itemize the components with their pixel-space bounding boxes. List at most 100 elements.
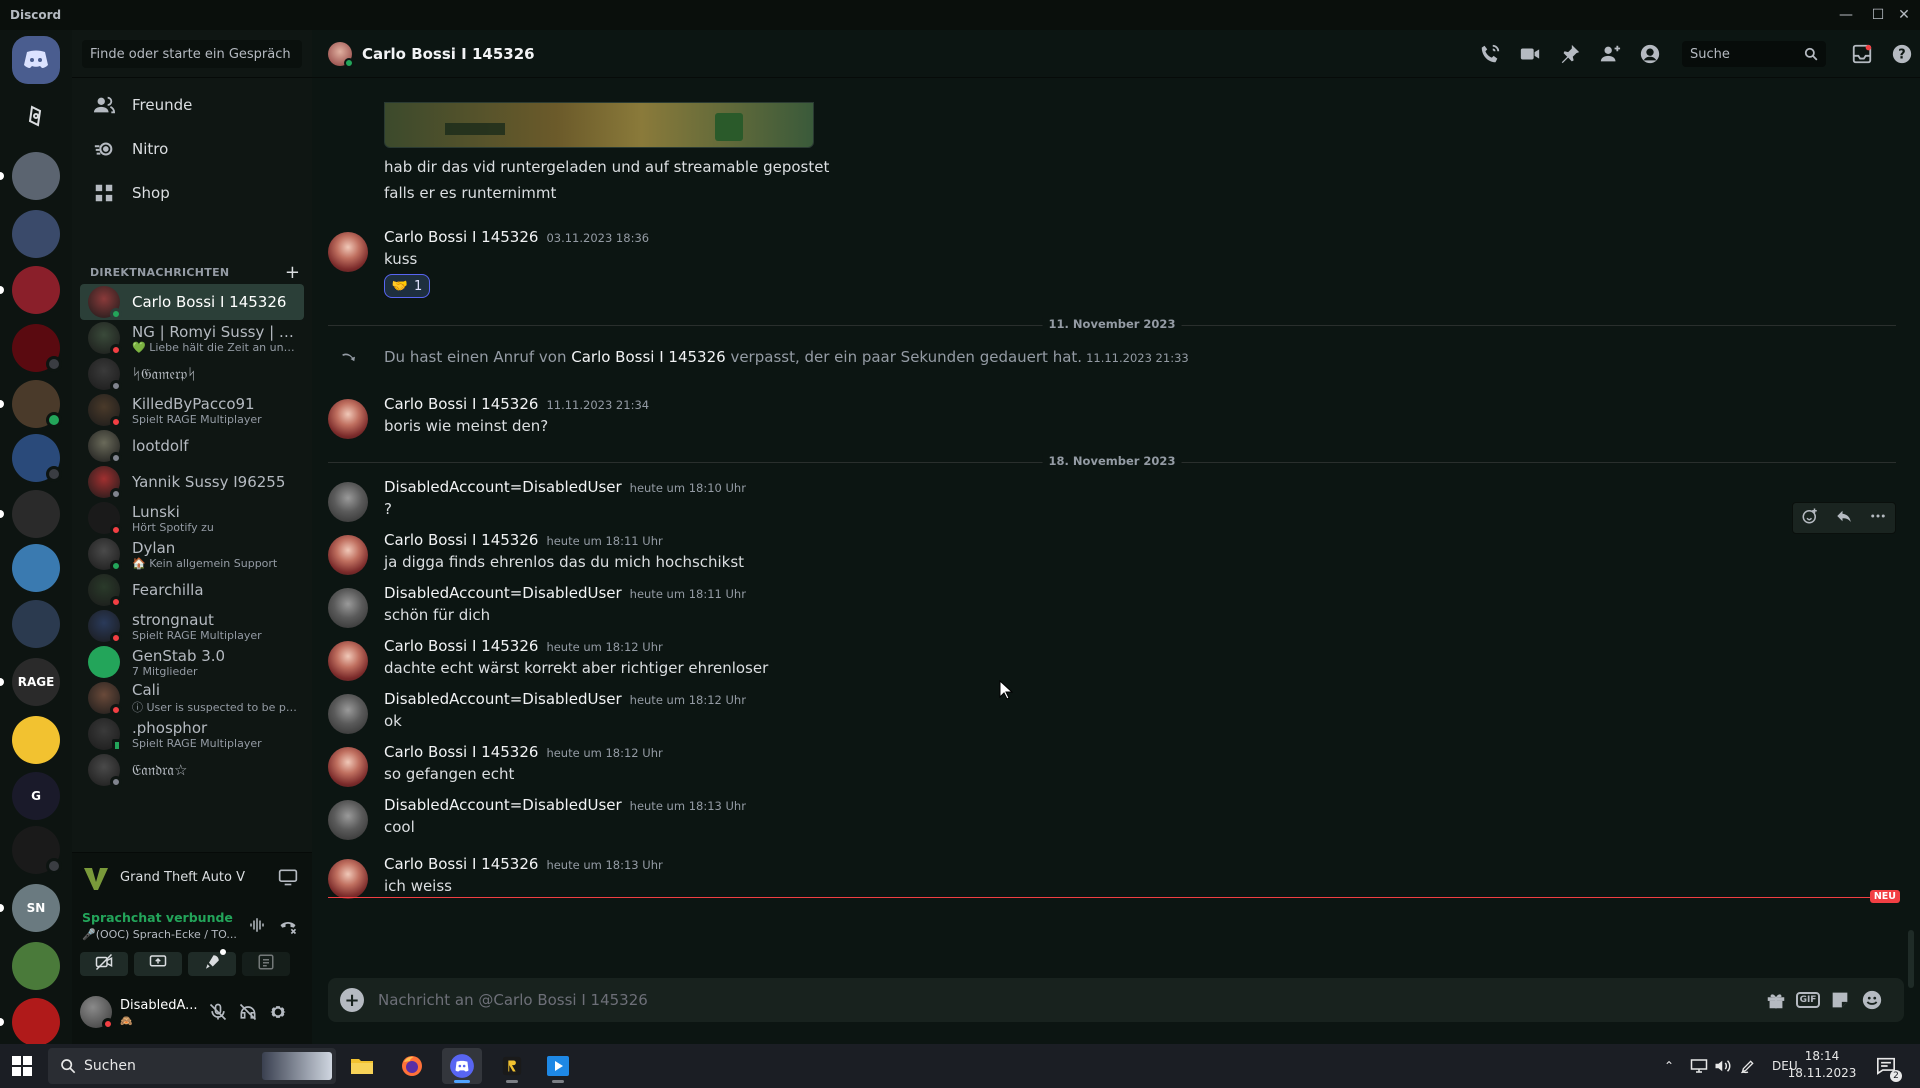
server-frog-icon[interactable]: [12, 942, 60, 990]
voice-channel[interactable]: 🎤(OOC) Sprach-Ecke / TO...: [82, 928, 252, 941]
activities-button[interactable]: [188, 949, 236, 976]
deafen-icon[interactable]: [238, 1002, 258, 1026]
message-avatar[interactable]: [328, 859, 368, 899]
dm-item[interactable]: Lunski Hört Spotify zu: [80, 500, 304, 536]
add-reaction-icon[interactable]: [1801, 507, 1819, 529]
dm-item[interactable]: lootdolf: [80, 428, 304, 464]
more-options-icon[interactable]: [1869, 507, 1887, 529]
mute-icon[interactable]: [208, 1002, 228, 1026]
message-avatar[interactable]: [328, 694, 368, 734]
dm-item[interactable]: Carlo Bossi I 145326: [80, 284, 304, 320]
taskbar-search[interactable]: Suchen: [48, 1048, 336, 1084]
reaction-pill[interactable]: 🤝 1: [384, 274, 430, 298]
sticker-icon[interactable]: [1828, 988, 1852, 1012]
user-profile-icon[interactable]: [1638, 42, 1662, 66]
start-button[interactable]: [8, 1052, 36, 1080]
message-avatar[interactable]: [328, 399, 368, 439]
server-moon-icon[interactable]: [12, 152, 60, 200]
emoji-icon[interactable]: [1860, 988, 1884, 1012]
message-avatar[interactable]: [328, 535, 368, 575]
pinned-messages-icon[interactable]: [1558, 42, 1582, 66]
taskbar-video-app[interactable]: [538, 1048, 578, 1084]
message-avatar[interactable]: [328, 588, 368, 628]
voice-call-icon[interactable]: [1478, 42, 1502, 66]
nav-shop[interactable]: Shop: [80, 172, 304, 214]
dm-search-input[interactable]: [82, 40, 302, 68]
reply-icon[interactable]: [1835, 507, 1853, 529]
chat-title[interactable]: Carlo Bossi I 145326: [362, 45, 535, 63]
upload-plus-button[interactable]: +: [340, 988, 364, 1012]
message-avatar[interactable]: [328, 800, 368, 840]
message-author[interactable]: Carlo Bossi I 145326 heute um 18:12 Uhr: [384, 637, 663, 655]
dm-item[interactable]: KilledByPacco91 Spielt RAGE Multiplayer: [80, 392, 304, 428]
taskbar-rage-mp[interactable]: [492, 1048, 532, 1084]
message-avatar[interactable]: [328, 482, 368, 522]
shortcut-icon[interactable]: [12, 92, 60, 140]
screen-share-button[interactable]: [134, 952, 182, 976]
message-author[interactable]: Carlo Bossi I 145326 heute um 18:11 Uhr: [384, 531, 663, 549]
discord-home-icon[interactable]: [12, 36, 60, 84]
taskbar-explorer[interactable]: [342, 1048, 382, 1084]
dm-item[interactable]: NG | Romyi Sussy | 46... 💚 Liebe hält die…: [80, 320, 304, 356]
message-avatar[interactable]: [328, 641, 368, 681]
video-embed-thumbnail[interactable]: [384, 102, 814, 148]
server-sea-icon[interactable]: [12, 544, 60, 592]
dm-item[interactable]: 𝔈𝔞𝔫𝔡𝔯𝔞☆: [80, 752, 304, 788]
server-emblem-icon[interactable]: [12, 490, 60, 538]
message-author[interactable]: DisabledAccount=DisabledUser heute um 18:…: [384, 584, 746, 602]
message-author[interactable]: DisabledAccount=DisabledUser heute um 18:…: [384, 690, 746, 708]
pen-icon[interactable]: [1740, 1044, 1756, 1088]
voice-status[interactable]: Sprachchat verbunde: [82, 910, 233, 925]
server-red-icon[interactable]: [12, 266, 60, 314]
network-icon[interactable]: [1690, 1044, 1708, 1088]
dm-item[interactable]: Cali ⓘ User is suspected to be par...: [80, 680, 304, 716]
gift-icon[interactable]: [1764, 988, 1788, 1012]
message-author[interactable]: Carlo Bossi I 145326 heute um 18:13 Uhr: [384, 855, 663, 873]
disconnect-icon[interactable]: [278, 916, 298, 940]
message-author[interactable]: DisabledAccount=DisabledUser heute um 18:…: [384, 796, 746, 814]
server-rage-icon[interactable]: RAGE: [12, 658, 60, 706]
message-avatar[interactable]: [328, 232, 368, 272]
dm-item[interactable]: .phosphor Spielt RAGE Multiplayer: [80, 716, 304, 752]
video-call-icon[interactable]: [1518, 42, 1542, 66]
server-bee-icon[interactable]: [12, 716, 60, 764]
inbox-icon[interactable]: [1850, 42, 1874, 66]
server-g-icon[interactable]: G: [12, 772, 60, 820]
dm-item[interactable]: Yannik Sussy I96255: [80, 464, 304, 500]
scrollbar-thumb[interactable]: [1908, 930, 1914, 988]
message-author[interactable]: DisabledAccount=DisabledUser heute um 18:…: [384, 478, 746, 496]
settings-gear-icon[interactable]: [268, 1002, 288, 1026]
taskbar-firefox[interactable]: [392, 1048, 432, 1084]
nav-friends[interactable]: Freunde: [80, 84, 304, 126]
help-icon[interactable]: ?: [1890, 42, 1914, 66]
message-avatar[interactable]: [328, 747, 368, 787]
dm-item[interactable]: strongnaut Spielt RAGE Multiplayer: [80, 608, 304, 644]
taskbar-discord[interactable]: [442, 1048, 482, 1084]
dm-item[interactable]: Dylan 🏠 Kein allgemein Support: [80, 536, 304, 572]
create-dm-button[interactable]: +: [285, 262, 300, 283]
server-folder-icon[interactable]: [12, 600, 60, 648]
dm-item[interactable]: GenStab 3.0 7 Mitglieder: [80, 644, 304, 680]
message-author[interactable]: Carlo Bossi I 145326 11.11.2023 21:34: [384, 395, 649, 413]
tray-chevron-icon[interactable]: ⌃: [1664, 1044, 1674, 1088]
dm-item[interactable]: ᛋ𝔊𝔞𝔪𝔢𝔯𝔭ᛋ: [80, 356, 304, 392]
chat-header-avatar[interactable]: [328, 41, 354, 68]
add-friends-to-dm-icon[interactable]: [1598, 42, 1622, 66]
nav-nitro[interactable]: Nitro: [80, 128, 304, 170]
gif-icon[interactable]: GIF: [1795, 988, 1821, 1012]
user-avatar[interactable]: [80, 996, 114, 1030]
dm-item[interactable]: Fearchilla: [80, 572, 304, 608]
stream-screen-icon[interactable]: [278, 867, 298, 891]
user-name[interactable]: DisabledA...: [120, 998, 200, 1013]
message-scrollbar[interactable]: [1908, 78, 1916, 990]
taskbar-clock[interactable]: 18:14 18.11.2023: [1784, 1048, 1860, 1082]
missed-call-name[interactable]: Carlo Bossi I 145326: [571, 348, 725, 366]
notification-center-icon[interactable]: 2: [1876, 1044, 1902, 1088]
server-sn-icon[interactable]: SN: [12, 884, 60, 932]
camera-off-button[interactable]: [80, 952, 128, 976]
close-button[interactable]: ✕: [1888, 0, 1920, 30]
noise-suppression-icon[interactable]: [248, 916, 266, 938]
server-crest-icon[interactable]: [12, 210, 60, 258]
message-author[interactable]: Carlo Bossi I 145326 03.11.2023 18:36: [384, 228, 649, 246]
message-author[interactable]: Carlo Bossi I 145326 heute um 18:12 Uhr: [384, 743, 663, 761]
